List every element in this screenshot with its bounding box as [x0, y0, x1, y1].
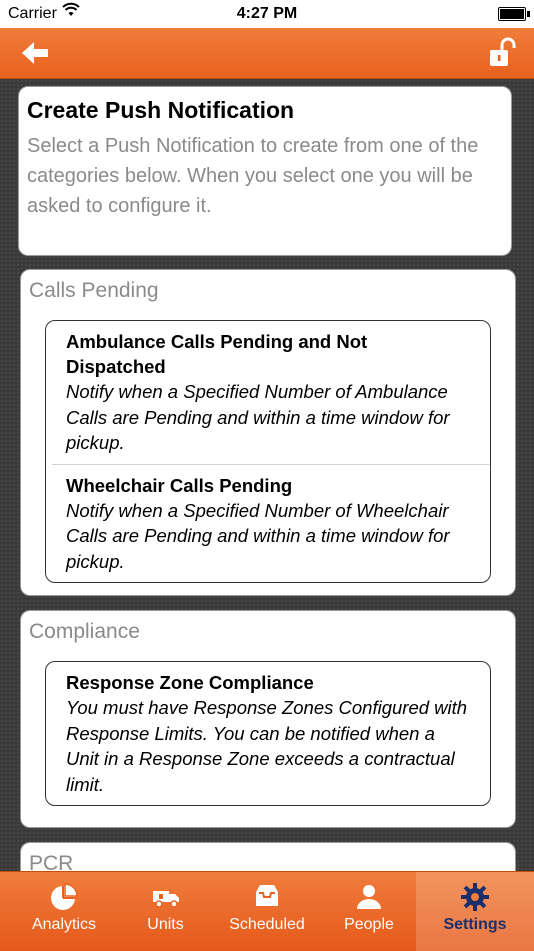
notification-list: Ambulance Calls Pending and Not Dispatch… [45, 320, 491, 583]
battery-icon [498, 7, 530, 21]
section-compliance: Compliance Response Zone Compliance You … [20, 610, 516, 828]
tab-people[interactable]: People [322, 872, 416, 951]
tab-label: Scheduled [229, 916, 305, 933]
option-description: You must have Response Zones Configured … [66, 697, 468, 795]
option-title: Response Zone Compliance [66, 672, 314, 693]
tab-bar: Analytics Units Scheduled People Setting… [0, 871, 534, 951]
notification-option-ambulance-calls-pending[interactable]: Ambulance Calls Pending and Not Dispatch… [46, 321, 490, 464]
page-title: Create Push Notification [27, 97, 295, 123]
gear-icon [460, 882, 490, 912]
nav-bar [0, 28, 534, 79]
option-title: Wheelchair Calls Pending [66, 474, 293, 496]
section-title: PCR [29, 852, 74, 871]
option-title: Ambulance Calls Pending and Not Dispatch… [66, 331, 368, 377]
status-bar: Carrier 4:27 PM [0, 0, 534, 28]
section-calls-pending: Calls Pending Ambulance Calls Pending an… [20, 269, 516, 596]
truck-icon [151, 882, 181, 912]
tab-label: People [344, 916, 394, 933]
tab-settings[interactable]: Settings [416, 872, 534, 951]
back-arrow-icon[interactable] [18, 38, 54, 68]
tab-label: Units [147, 916, 184, 933]
intro-card: Create Push Notification Select a Push N… [18, 86, 512, 256]
tab-scheduled[interactable]: Scheduled [212, 872, 322, 951]
notification-option-response-zone-compliance[interactable]: Response Zone Compliance You must have R… [46, 662, 490, 805]
tab-units[interactable]: Units [128, 872, 203, 951]
notification-option-wheelchair-calls-pending[interactable]: Wheelchair Calls Pending Notify when a S… [52, 463, 490, 583]
inbox-tray-icon [252, 882, 282, 912]
section-title: Compliance [29, 620, 140, 643]
pie-chart-icon [49, 882, 79, 912]
option-description: Notify when a Specified Number of Ambula… [66, 381, 450, 453]
section-pcr: PCR [20, 842, 516, 871]
tab-label: Analytics [31, 916, 97, 933]
clock-time: 4:27 PM [236, 5, 298, 22]
content-area[interactable]: Create Push Notification Select a Push N… [0, 79, 534, 871]
notification-list: Response Zone Compliance You must have R… [45, 661, 491, 806]
unlock-icon[interactable] [488, 36, 518, 70]
person-icon [354, 882, 384, 912]
tab-analytics[interactable]: Analytics [0, 872, 128, 951]
intro-description: Select a Push Notification to create fro… [27, 135, 479, 217]
tab-label: Settings [443, 916, 507, 933]
option-description: Notify when a Specified Number of Wheelc… [66, 499, 450, 572]
section-title: Calls Pending [29, 279, 159, 302]
